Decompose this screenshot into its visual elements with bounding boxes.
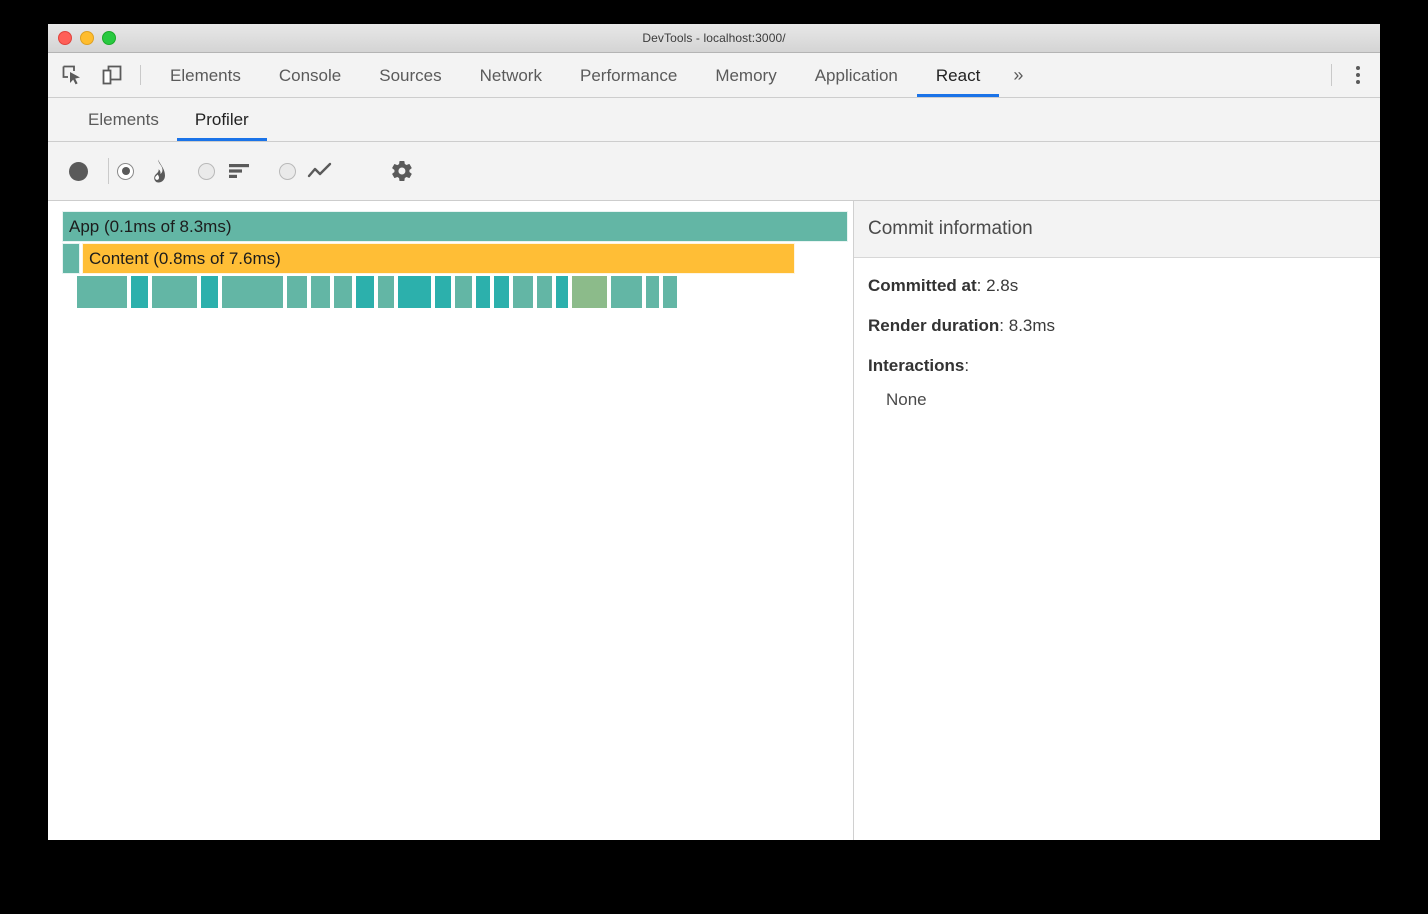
- mode-flamegraph[interactable]: [117, 153, 176, 189]
- interactions-radio[interactable]: [279, 162, 296, 180]
- render-duration-label: Render duration: [868, 316, 1000, 335]
- flame-bar-child[interactable]: [355, 275, 375, 309]
- flame-bar-child[interactable]: [434, 275, 452, 309]
- committed-at-row: Committed at: 2.8s: [868, 276, 1019, 295]
- flame-bar-child[interactable]: [151, 275, 198, 309]
- flame-bar-child[interactable]: [493, 275, 510, 309]
- flame-bar-child[interactable]: [610, 275, 643, 309]
- interactions-value: None: [886, 390, 927, 409]
- flame-bar-child[interactable]: [397, 275, 432, 309]
- flame-bar-child[interactable]: [221, 275, 284, 309]
- tab-performance[interactable]: Performance: [561, 54, 696, 97]
- committed-at-label: Committed at: [868, 276, 977, 295]
- flame-bar-content[interactable]: Content (0.8ms of 7.6ms): [82, 243, 795, 274]
- interactions-label: Interactions: [868, 356, 965, 375]
- flame-bar-child[interactable]: [377, 275, 395, 309]
- flame-bar-child[interactable]: [130, 275, 149, 309]
- tab-memory[interactable]: Memory: [696, 54, 795, 97]
- flame-bar-app[interactable]: App (0.1ms of 8.3ms): [62, 211, 848, 242]
- inspect-element-icon[interactable]: [56, 59, 88, 91]
- profiler-toolbar-divider: [108, 158, 109, 184]
- profiler-toolbar: 2 / 2 ← →: [48, 142, 1380, 314]
- devtools-tabbar: Elements Console Sources Network Perform…: [48, 53, 1380, 98]
- traffic-lights: [58, 24, 116, 52]
- window-title: DevTools - localhost:3000/: [642, 31, 786, 45]
- panel-title: Commit information: [868, 218, 1033, 239]
- ranked-chart-icon: [221, 153, 257, 189]
- toolbar-divider: [140, 65, 141, 85]
- subtab-profiler[interactable]: Profiler: [177, 99, 267, 141]
- gear-icon[interactable]: [384, 153, 420, 189]
- flame-bar-label: App (0.1ms of 8.3ms): [69, 216, 232, 236]
- flamegraph-radio[interactable]: [117, 162, 134, 180]
- record-circle-icon[interactable]: [56, 149, 100, 193]
- flame-bar-child[interactable]: [454, 275, 473, 309]
- tab-console[interactable]: Console: [260, 54, 360, 97]
- minimize-window-button[interactable]: [80, 31, 94, 45]
- devtools-toolbar-right: [1331, 53, 1380, 97]
- flame-bar-child[interactable]: [512, 275, 534, 309]
- tab-sources[interactable]: Sources: [360, 54, 460, 97]
- device-toolbar-icon[interactable]: [96, 59, 128, 91]
- interactions-line-icon: [302, 153, 338, 189]
- flamegraph-flame-icon: [140, 153, 176, 189]
- interactions-row: Interactions:: [868, 356, 970, 375]
- react-subtabbar: Elements Profiler: [48, 98, 1380, 142]
- devtools-window: DevTools - localhost:3000/ Elements Cons…: [48, 24, 1380, 840]
- more-tabs-chevron-icon[interactable]: »: [999, 65, 1037, 86]
- tab-elements[interactable]: Elements: [151, 54, 260, 97]
- flame-bar-label: Content (0.8ms of 7.6ms): [89, 248, 281, 268]
- flame-bar-child[interactable]: [310, 275, 331, 309]
- flame-bar-child[interactable]: [645, 275, 660, 309]
- render-duration-row: Render duration: 8.3ms: [868, 316, 1056, 335]
- flame-bar-child[interactable]: [555, 275, 569, 309]
- window-titlebar: DevTools - localhost:3000/: [48, 24, 1380, 53]
- flame-bar-child[interactable]: [662, 275, 678, 309]
- flame-bar-stub[interactable]: [62, 243, 80, 274]
- flame-bar-child[interactable]: [475, 275, 491, 309]
- committed-at-value: 2.8s: [986, 276, 1019, 295]
- mode-ranked[interactable]: [198, 153, 257, 189]
- flame-bar-child[interactable]: [200, 275, 219, 309]
- mode-interactions[interactable]: [279, 153, 338, 189]
- ranked-radio[interactable]: [198, 162, 215, 180]
- vertical-dots-icon[interactable]: [1336, 53, 1380, 97]
- profiler-panes: App (0.1ms of 8.3ms) Content (0.8ms of 7…: [48, 201, 1380, 840]
- flame-bar-child[interactable]: [76, 275, 128, 309]
- flame-bar-child[interactable]: [333, 275, 353, 309]
- commit-information-header: Commit information: [854, 201, 1380, 258]
- commit-information-pane: Commit information Committed at: 2.8s Re…: [854, 201, 1380, 840]
- tab-network[interactable]: Network: [461, 54, 561, 97]
- render-duration-value: 8.3ms: [1008, 316, 1056, 335]
- close-window-button[interactable]: [58, 31, 72, 45]
- subtab-elements[interactable]: Elements: [70, 99, 177, 141]
- commit-information-body: Committed at: 2.8s Render duration: 8.3m…: [854, 258, 1380, 410]
- toolbar-divider-right: [1331, 64, 1332, 86]
- flame-bar-child[interactable]: [286, 275, 308, 309]
- flamegraph-chart[interactable]: App (0.1ms of 8.3ms) Content (0.8ms of 7…: [48, 201, 854, 840]
- zoom-window-button[interactable]: [102, 31, 116, 45]
- tab-application[interactable]: Application: [796, 54, 917, 97]
- flame-bar-child[interactable]: [571, 275, 608, 309]
- tab-react[interactable]: React: [917, 54, 999, 97]
- flame-bar-child[interactable]: [536, 275, 553, 309]
